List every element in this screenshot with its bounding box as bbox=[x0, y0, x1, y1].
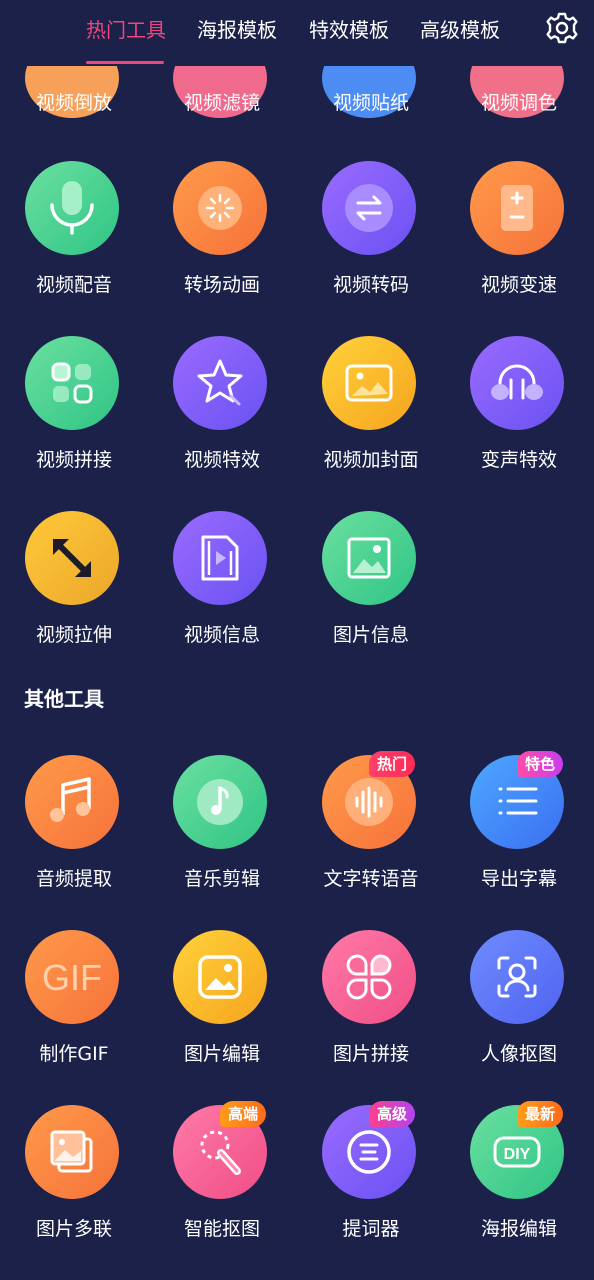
badge-hot: 热门 bbox=[369, 751, 416, 777]
tool-label: 视频信息 bbox=[183, 624, 260, 646]
speed-adjust-icon bbox=[470, 161, 564, 255]
portrait-cutout-icon bbox=[470, 930, 564, 1024]
gif-icon: GIF bbox=[25, 930, 119, 1024]
diy-icon-text: DIY bbox=[504, 1146, 531, 1163]
tool-label: 视频加封面 bbox=[323, 449, 419, 471]
tool-label: 视频拉伸 bbox=[35, 624, 112, 646]
tab-hot-tools[interactable]: 热门工具 bbox=[86, 14, 166, 43]
tool-label: 图片信息 bbox=[332, 624, 409, 646]
picture-icon bbox=[322, 511, 416, 605]
headphones-icon bbox=[470, 336, 564, 430]
tool-label: 视频滤镜 bbox=[183, 92, 260, 114]
star-wand-icon bbox=[173, 336, 267, 430]
tool-label: 文字转语音 bbox=[323, 868, 419, 890]
tab-advanced-templates[interactable]: 高级模板 bbox=[420, 14, 500, 43]
collage-icon bbox=[322, 930, 416, 1024]
tool-label: 海报编辑 bbox=[480, 1218, 557, 1240]
stretch-arrows-icon bbox=[25, 511, 119, 605]
tool-label: 音乐剪辑 bbox=[183, 868, 260, 890]
image-edit-icon bbox=[173, 930, 267, 1024]
active-tab-indicator bbox=[86, 61, 164, 64]
gif-icon-text: GIF bbox=[42, 957, 102, 998]
tool-label: 提词器 bbox=[342, 1218, 400, 1240]
top-tab-bar: 热门工具 海报模板 特效模板 高级模板 bbox=[0, 0, 594, 66]
tool-label: 变声特效 bbox=[480, 449, 557, 471]
tool-label: 导出字幕 bbox=[480, 868, 557, 890]
sparkle-icon bbox=[173, 161, 267, 255]
tool-label: 视频倒放 bbox=[35, 92, 112, 114]
gear-icon[interactable] bbox=[544, 10, 580, 46]
tool-label: 图片编辑 bbox=[183, 1043, 260, 1065]
tool-label: 视频配音 bbox=[35, 274, 112, 296]
tool-label: 转场动画 bbox=[183, 274, 260, 296]
tool-label: 视频转码 bbox=[332, 274, 409, 296]
tool-label: 视频变速 bbox=[480, 274, 557, 296]
swap-arrows-icon bbox=[322, 161, 416, 255]
cover-image-icon bbox=[322, 336, 416, 430]
badge-premium: 高端 bbox=[220, 1101, 267, 1127]
tool-label: 音频提取 bbox=[35, 868, 112, 890]
tool-label: 视频调色 bbox=[480, 92, 557, 114]
tool-label: 视频拼接 bbox=[35, 449, 112, 471]
tool-label: 视频特效 bbox=[183, 449, 260, 471]
tool-label: 智能抠图 bbox=[183, 1218, 260, 1240]
tool-label: 制作GIF bbox=[39, 1043, 109, 1065]
tab-effect-templates[interactable]: 特效模板 bbox=[309, 14, 389, 43]
badge-new: 最新 bbox=[517, 1101, 564, 1127]
music-circle-icon bbox=[173, 755, 267, 849]
video-file-icon bbox=[173, 511, 267, 605]
tab-poster-templates[interactable]: 海报模板 bbox=[197, 14, 277, 43]
stacked-photos-icon bbox=[25, 1105, 119, 1199]
grid-icon bbox=[25, 336, 119, 430]
tool-label: 图片多联 bbox=[35, 1218, 112, 1240]
tool-label: 图片拼接 bbox=[332, 1043, 409, 1065]
badge-featured: 特色 bbox=[517, 751, 564, 777]
tool-label: 人像抠图 bbox=[480, 1043, 557, 1065]
tool-label: 视频贴纸 bbox=[332, 92, 409, 114]
music-note-icon bbox=[25, 755, 119, 849]
section-title-other-tools: 其他工具 bbox=[24, 687, 104, 711]
microphone-icon bbox=[25, 161, 119, 255]
badge-advanced: 高级 bbox=[369, 1101, 416, 1127]
tools-content: 视频倒放 视频滤镜 视频贴纸 视频调色 视频配音 转场动画 视频转码 视频变速 bbox=[0, 0, 594, 1280]
